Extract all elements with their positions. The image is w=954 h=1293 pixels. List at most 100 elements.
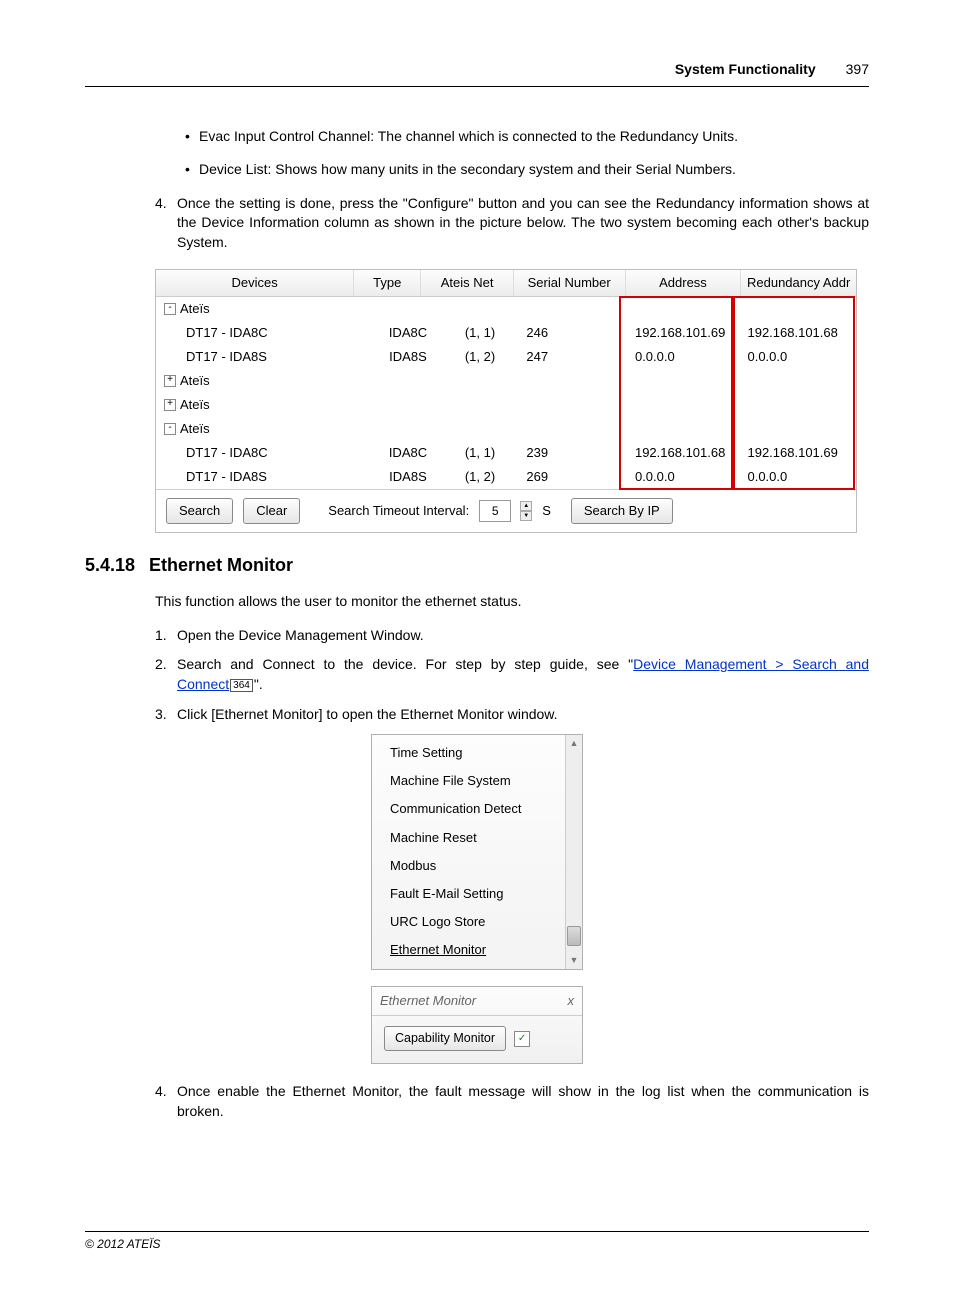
step2-pre: Search and Connect to the device. For st… (177, 656, 633, 672)
cell-device: DT17 - IDA8C (156, 444, 378, 462)
table-row[interactable]: DT17 - IDA8CIDA8C(1, 1)246192.168.101.69… (156, 321, 856, 345)
cell-addr: 0.0.0.0 (631, 348, 744, 366)
cell-type: IDA8C (378, 444, 437, 462)
table-row[interactable]: DT17 - IDA8CIDA8C(1, 1)239192.168.101.68… (156, 441, 856, 465)
search-button[interactable]: Search (166, 498, 233, 524)
menu-item[interactable]: Time Setting (372, 739, 565, 767)
table-row[interactable]: DT17 - IDA8SIDA8S(1, 2)2470.0.0.00.0.0.0 (156, 345, 856, 369)
cell-net: (1, 2) (438, 348, 523, 366)
capability-monitor-button[interactable]: Capability Monitor (384, 1026, 506, 1052)
item-text: Open the Device Management Window. (177, 626, 869, 646)
context-menu-list: Time SettingMachine File SystemCommunica… (372, 735, 565, 969)
item-text: Once enable the Ethernet Monitor, the fa… (177, 1082, 869, 1121)
table-row[interactable]: -Ateïs (156, 417, 856, 441)
ethernet-monitor-title: Ethernet Monitor (380, 992, 476, 1010)
cell-sn: 269 (522, 468, 631, 486)
menu-item[interactable]: Ethernet Monitor (372, 936, 565, 964)
item-number: 1. (155, 626, 177, 646)
col-header-raddr: Redundancy Addr (741, 270, 856, 296)
numbered-item: 1. Open the Device Management Window. (155, 626, 869, 646)
tree-toggle-icon[interactable]: + (164, 375, 176, 387)
step2-post: ". (254, 676, 263, 692)
cell-device: DT17 - IDA8C (156, 324, 378, 342)
item-text: Once the setting is done, press the "Con… (177, 194, 869, 253)
table-row[interactable]: +Ateïs (156, 393, 856, 417)
cell-net: (1, 1) (438, 324, 523, 342)
page-reference: 364 (230, 679, 253, 692)
item-number: 4. (155, 194, 177, 253)
menu-item[interactable]: Communication Detect (372, 795, 565, 823)
cell-type: IDA8S (378, 468, 437, 486)
device-table-body: -AteïsDT17 - IDA8CIDA8C(1, 1)246192.168.… (156, 297, 856, 489)
cell-type: IDA8C (378, 324, 437, 342)
close-icon[interactable]: x (568, 992, 575, 1010)
context-menu-panel: Time SettingMachine File SystemCommunica… (371, 734, 583, 970)
device-table-footer: Search Clear Search Timeout Interval: ▲▼… (156, 489, 856, 532)
cell-addr: 0.0.0.0 (631, 468, 744, 486)
ethernet-monitor-header: Ethernet Monitor x (372, 987, 582, 1016)
section-title: Ethernet Monitor (149, 555, 293, 575)
cell-raddr: 0.0.0.0 (743, 468, 856, 486)
item-text: Click [Ethernet Monitor] to open the Eth… (177, 705, 869, 725)
section-body: This function allows the user to monitor… (155, 592, 869, 724)
tree-toggle-icon[interactable]: + (164, 399, 176, 411)
cell-device: DT17 - IDA8S (156, 348, 378, 366)
menu-item[interactable]: Machine Reset (372, 824, 565, 852)
table-row[interactable]: -Ateïs (156, 297, 856, 321)
device-table-header: Devices Type Ateis Net Serial Number Add… (156, 270, 856, 297)
cell-raddr: 0.0.0.0 (743, 348, 856, 366)
header-title: System Functionality (675, 60, 816, 80)
col-header-net: Ateis Net (421, 270, 513, 296)
numbered-item: 4. Once enable the Ethernet Monitor, the… (155, 1082, 869, 1121)
device-table-panel: Devices Type Ateis Net Serial Number Add… (155, 269, 857, 533)
cell-raddr: 192.168.101.69 (743, 444, 856, 462)
section-heading: 5.4.18 Ethernet Monitor (85, 553, 869, 578)
ethernet-monitor-panel: Ethernet Monitor x Capability Monitor ✓ (371, 986, 583, 1065)
cell-device: DT17 - IDA8S (156, 468, 378, 486)
menu-item[interactable]: Fault E-Mail Setting (372, 880, 565, 908)
scrollbar[interactable]: ▲ ▼ (565, 735, 582, 969)
section-body-continued: 4. Once enable the Ethernet Monitor, the… (155, 1082, 869, 1121)
col-header-addr: Address (626, 270, 742, 296)
col-header-type: Type (354, 270, 421, 296)
clear-button[interactable]: Clear (243, 498, 300, 524)
col-header-devices: Devices (156, 270, 354, 296)
menu-item[interactable]: Modbus (372, 852, 565, 880)
timeout-spinner[interactable]: ▲▼ (520, 501, 532, 521)
cell-type: IDA8S (378, 348, 437, 366)
tree-toggle-icon[interactable]: - (164, 303, 176, 315)
intro-text: This function allows the user to monitor… (155, 592, 869, 612)
item-number: 4. (155, 1082, 177, 1121)
table-row[interactable]: +Ateïs (156, 369, 856, 393)
cell-addr: 192.168.101.69 (631, 324, 744, 342)
scroll-up-icon[interactable]: ▲ (570, 735, 579, 752)
timeout-unit: S (542, 502, 551, 520)
bullet-item: Device List: Shows how many units in the… (185, 160, 869, 180)
numbered-item: 2. Search and Connect to the device. For… (155, 655, 869, 694)
cell-sn: 239 (522, 444, 631, 462)
numbered-item: 4. Once the setting is done, press the "… (155, 194, 869, 253)
item-number: 2. (155, 655, 177, 694)
section-number: 5.4.18 (85, 555, 135, 575)
page-header: System Functionality 397 (85, 60, 869, 87)
scroll-thumb[interactable] (567, 926, 581, 946)
cell-addr: 192.168.101.68 (631, 444, 744, 462)
numbered-item: 3. Click [Ethernet Monitor] to open the … (155, 705, 869, 725)
menu-item[interactable]: Machine File System (372, 767, 565, 795)
cell-raddr: 192.168.101.68 (743, 324, 856, 342)
search-by-ip-button[interactable]: Search By IP (571, 498, 673, 524)
item-number: 3. (155, 705, 177, 725)
capability-monitor-checkbox[interactable]: ✓ (514, 1031, 530, 1047)
table-row[interactable]: DT17 - IDA8SIDA8S(1, 2)2690.0.0.00.0.0.0 (156, 465, 856, 489)
item-text: Search and Connect to the device. For st… (177, 655, 869, 694)
menu-item[interactable]: URC Logo Store (372, 908, 565, 936)
bullet-list: Evac Input Control Channel: The channel … (155, 127, 869, 180)
tree-toggle-icon[interactable]: - (164, 423, 176, 435)
cell-sn: 247 (522, 348, 631, 366)
timeout-input[interactable] (479, 500, 511, 522)
cell-net: (1, 1) (438, 444, 523, 462)
cell-sn: 246 (522, 324, 631, 342)
scroll-down-icon[interactable]: ▼ (570, 952, 579, 969)
bullet-item: Evac Input Control Channel: The channel … (185, 127, 869, 147)
body-content: Evac Input Control Channel: The channel … (155, 127, 869, 253)
